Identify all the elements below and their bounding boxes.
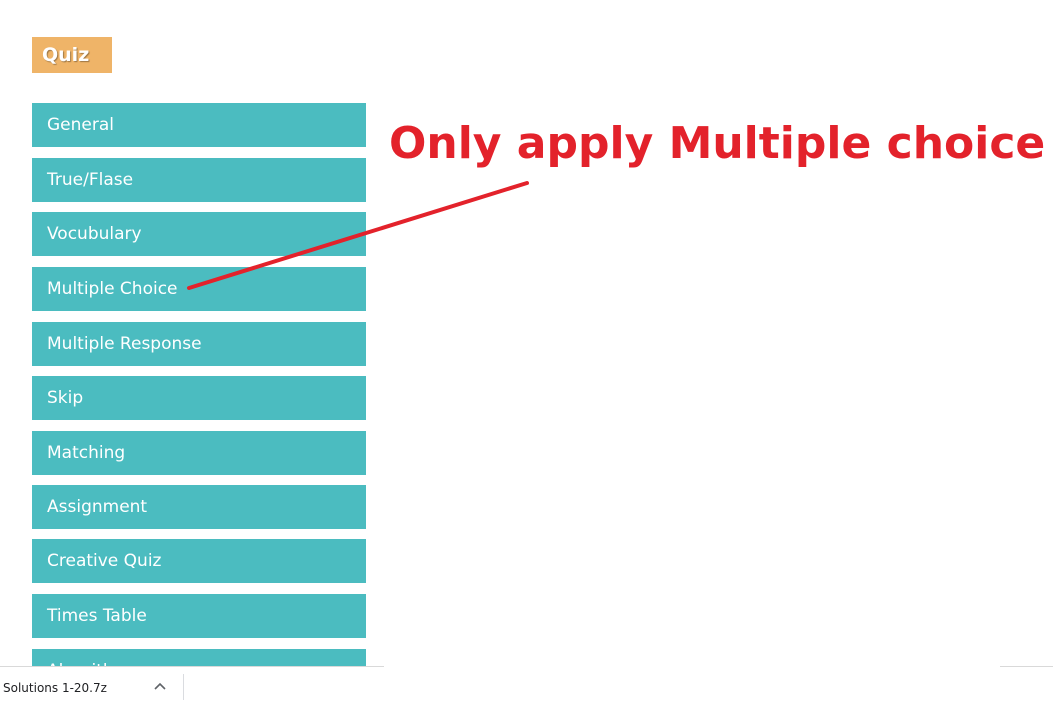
- download-bar-top-border-right: [1000, 666, 1053, 667]
- quiz-badge: Quiz: [32, 37, 112, 73]
- menu-item-times-table[interactable]: Times Table: [32, 594, 366, 638]
- chevron-up-icon[interactable]: [152, 679, 168, 695]
- download-bar: Solutions 1-20.7z: [0, 666, 1053, 702]
- quiz-type-menu: General True/Flase Vocubulary Multiple C…: [32, 103, 366, 666]
- download-bar-top-border: [0, 666, 384, 667]
- menu-item-multiple-response[interactable]: Multiple Response: [32, 322, 366, 366]
- annotation-text: Only apply Multiple choice: [389, 118, 1046, 169]
- menu-item-skip[interactable]: Skip: [32, 376, 366, 420]
- menu-item-algorithm[interactable]: Algorithm: [32, 649, 366, 666]
- menu-item-matching[interactable]: Matching: [32, 431, 366, 475]
- menu-item-vocabulary[interactable]: Vocubulary: [32, 212, 366, 256]
- download-item-divider: [183, 674, 184, 700]
- menu-item-general[interactable]: General: [32, 103, 366, 147]
- menu-item-true-false[interactable]: True/Flase: [32, 158, 366, 202]
- menu-item-assignment[interactable]: Assignment: [32, 485, 366, 529]
- page: Quiz General True/Flase Vocubulary Multi…: [0, 0, 1053, 702]
- menu-item-multiple-choice[interactable]: Multiple Choice: [32, 267, 366, 311]
- menu-item-creative-quiz[interactable]: Creative Quiz: [32, 539, 366, 583]
- download-file-name[interactable]: Solutions 1-20.7z: [3, 681, 107, 695]
